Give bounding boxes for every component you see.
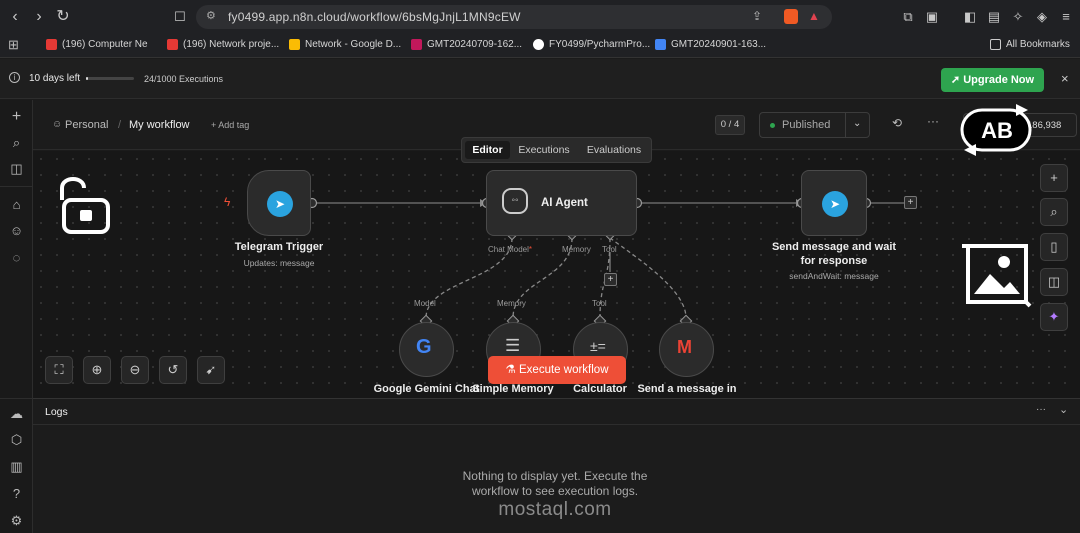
robot-icon: ◦◦: [502, 188, 528, 214]
pointer-tool-button[interactable]: ➹: [197, 356, 225, 384]
simple-memory-label: Simple Memory: [472, 383, 554, 395]
crop-image-icon: [962, 244, 1032, 308]
connection-tool-gmail: [609, 237, 687, 319]
calculator-icon: ±=: [590, 338, 606, 354]
ai-assistant-button[interactable]: ✦: [1040, 303, 1068, 331]
search-nodes-button[interactable]: ⌕: [1040, 198, 1068, 226]
view-tabs: Editor Executions Evaluations: [461, 137, 652, 163]
trigger-bolt-icon: ϟ: [224, 195, 231, 209]
google-gemini-label: Google Gemini Chat: [373, 383, 480, 395]
tab-editor[interactable]: Editor: [465, 141, 510, 159]
calculator-label: Calculator: [573, 383, 627, 395]
telegram-icon: ➤: [822, 191, 848, 217]
translate-icon: AB: [960, 104, 1032, 156]
zoom-in-button[interactable]: ⊕: [83, 356, 111, 384]
watermark-text: mostaql.com: [498, 499, 612, 520]
tab-executions[interactable]: Executions: [514, 141, 574, 159]
telegram-trigger-subtitle: Updates: message: [243, 258, 315, 268]
ai-agent-label: AI Agent: [541, 197, 588, 209]
logs-empty-line2: workflow to see execution logs.: [471, 484, 639, 498]
gmail-icon: M: [677, 337, 692, 357]
send-message-node[interactable]: ➤: [801, 170, 867, 236]
toggle-panel-button[interactable]: ◫: [1040, 268, 1068, 296]
chevron-down-icon[interactable]: ⌄: [1059, 403, 1068, 416]
memory-input-label: Memory: [497, 299, 526, 308]
add-tool-icon[interactable]: +: [604, 273, 617, 286]
tool-handle-label: Tool: [602, 245, 617, 254]
translate-icon-text: AB: [981, 118, 1013, 143]
flask-icon: ⚗: [505, 364, 520, 376]
google-gemini-node[interactable]: G: [399, 322, 454, 377]
telegram-trigger-label: Telegram Trigger: [234, 241, 324, 253]
chat-model-handle-label: Chat Model*: [488, 245, 533, 254]
database-icon: ☰: [505, 336, 521, 355]
sticky-note-button[interactable]: ▯: [1040, 233, 1068, 261]
zoom-out-button[interactable]: ⊖: [121, 356, 149, 384]
logs-panel: Logs ··· ⌄ Nothing to display yet. Execu…: [33, 398, 1080, 533]
logs-header[interactable]: Logs ··· ⌄: [33, 399, 1080, 425]
logs-empty-line1: Nothing to display yet. Execute the: [462, 469, 648, 483]
add-node-button[interactable]: +: [1040, 164, 1068, 192]
telegram-icon: ➤: [267, 191, 293, 217]
gmail-node[interactable]: M: [659, 322, 714, 377]
send-message-label-line1: Send message and wait: [771, 241, 897, 253]
telegram-trigger-node[interactable]: ➤: [247, 170, 311, 236]
google-icon: G: [416, 336, 432, 358]
model-input-label: Model: [414, 299, 436, 308]
memory-handle-label: Memory: [562, 245, 591, 254]
tab-evaluations[interactable]: Evaluations: [580, 141, 648, 159]
gmail-label: Send a message in: [637, 383, 737, 395]
ai-agent-node[interactable]: ◦◦ AI Agent: [486, 170, 637, 236]
send-message-label-line2: for response: [800, 255, 868, 267]
add-node-icon[interactable]: +: [904, 196, 917, 209]
send-message-subtitle: sendAndWait: message: [789, 271, 879, 281]
execute-workflow-button[interactable]: ⚗ Execute workflow: [488, 356, 626, 384]
tool-input-label: Tool: [592, 299, 607, 308]
reset-zoom-button[interactable]: ↺: [159, 356, 187, 384]
unlock-icon: [60, 177, 110, 234]
fit-view-button[interactable]: ⛶: [45, 356, 73, 384]
logs-more-icon[interactable]: ···: [1036, 404, 1046, 415]
logs-title: Logs: [45, 406, 68, 418]
